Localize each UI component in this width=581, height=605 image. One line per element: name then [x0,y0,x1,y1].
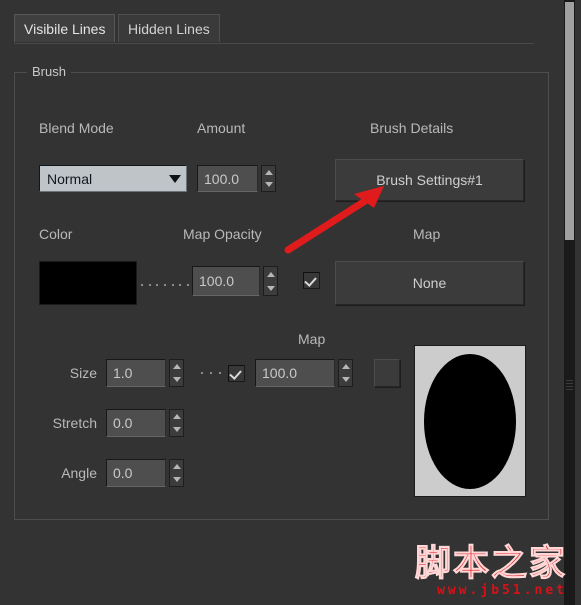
stretch-spinner-arrows[interactable] [169,409,184,437]
spinner-up-icon[interactable] [264,267,277,281]
brush-shape-ellipse [423,353,517,489]
size-map-amount-spinner-arrows[interactable] [338,359,353,387]
spinner-up-icon[interactable] [170,410,183,423]
spinner-up-icon[interactable] [339,360,352,373]
blend-mode-dropdown[interactable]: Normal [39,165,187,192]
map-button[interactable]: None [335,261,524,305]
spinner-up-icon[interactable] [170,360,183,373]
amount-label: Amount [197,120,246,136]
angle-input[interactable]: 0.0 [106,459,166,487]
size-input[interactable]: 1.0 [106,359,166,387]
spinner-up-icon[interactable] [262,166,275,179]
angle-spinner[interactable]: 0.0 [106,459,184,487]
size-map-amount-input[interactable]: 100.0 [255,359,335,387]
brush-settings-button[interactable]: Brush Settings#1 [335,159,524,201]
map-opacity-spinner-arrows[interactable] [263,266,278,296]
blend-mode-value: Normal [47,170,93,187]
map-opacity-input[interactable]: 100.0 [192,266,260,296]
map-section-label: Map [298,331,326,347]
spinner-down-icon[interactable] [339,373,352,386]
spinner-down-icon[interactable] [262,179,275,192]
size-connector-dots [201,371,221,375]
brush-settings-panel: Visibile Lines Hidden Lines Brush Blend … [0,0,581,605]
scrollbar-thumb[interactable] [565,2,574,240]
spinner-down-icon[interactable] [170,373,183,386]
brush-preview-thumbnail[interactable] [414,345,526,497]
tab-visible-lines[interactable]: Visibile Lines [14,14,116,42]
scrollbar-grip[interactable] [566,380,573,392]
color-map-connector-dots [141,283,189,287]
watermark-url: www.jb51.net [437,583,567,598]
stretch-input[interactable]: 0.0 [106,409,166,437]
vertical-scrollbar[interactable] [564,0,575,605]
color-swatch[interactable] [39,261,137,305]
angle-spinner-arrows[interactable] [169,459,184,487]
spinner-down-icon[interactable] [264,281,277,295]
spinner-down-icon[interactable] [170,473,183,486]
map-opacity-spinner[interactable]: 100.0 [192,266,278,296]
angle-label: Angle [61,465,97,481]
spinner-down-icon[interactable] [170,423,183,436]
size-map-button[interactable] [374,359,400,387]
brush-details-label: Brush Details [370,120,454,136]
map-label: Map [413,226,441,242]
chevron-down-icon[interactable] [164,174,186,183]
map-opacity-checkbox[interactable] [303,272,320,289]
size-map-checkbox[interactable] [228,365,245,382]
color-label: Color [39,226,73,242]
size-map-amount-spinner[interactable]: 100.0 [255,359,353,387]
spinner-up-icon[interactable] [170,460,183,473]
watermark: 脚本之家 www.jb51.net [414,543,567,598]
size-label: Size [69,365,97,381]
map-opacity-label: Map Opacity [183,226,262,242]
blend-mode-label: Blend Mode [39,120,114,136]
amount-spinner-arrows[interactable] [261,165,276,192]
tab-strip: Visibile Lines Hidden Lines [14,14,534,44]
stretch-spinner[interactable]: 0.0 [106,409,184,437]
watermark-name: 脚本之家 [414,543,567,584]
size-spinner[interactable]: 1.0 [106,359,184,387]
tab-hidden-lines[interactable]: Hidden Lines [118,14,220,42]
stretch-label: Stretch [52,415,97,431]
brush-group-title: Brush [27,64,71,79]
brush-group-box: Brush Blend Mode Amount Brush Details No… [14,64,549,520]
tab-strip-baseline [14,43,534,44]
size-spinner-arrows[interactable] [169,359,184,387]
amount-input[interactable]: 100.0 [197,165,258,192]
amount-spinner[interactable]: 100.0 [197,165,276,192]
